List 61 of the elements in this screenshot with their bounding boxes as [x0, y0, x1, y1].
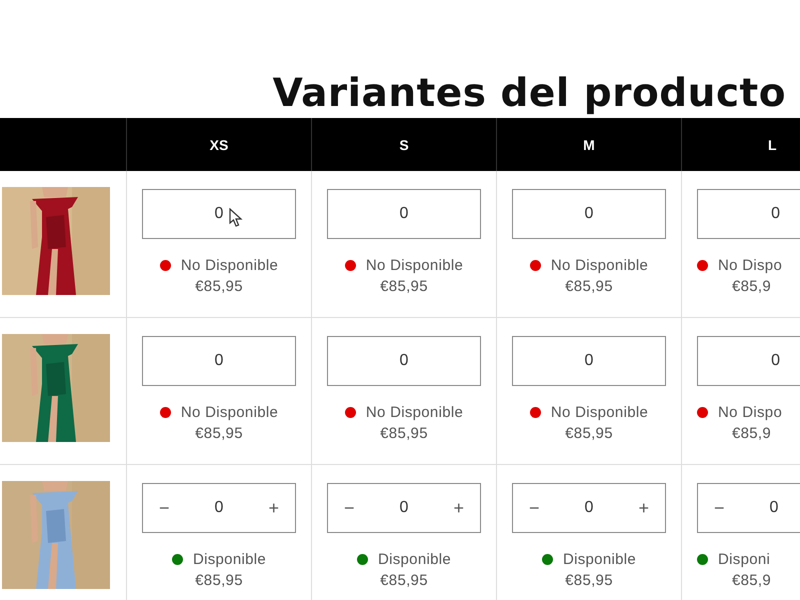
- decrement-button[interactable]: −: [340, 498, 359, 518]
- availability-status: No Disponible: [366, 404, 464, 421]
- availability-status: No Dispo: [718, 257, 782, 274]
- cursor-icon: [229, 208, 243, 228]
- availability-status: No Disponible: [550, 257, 648, 274]
- price: €85,95: [380, 278, 428, 295]
- availability-status: Disponi: [718, 551, 770, 568]
- availability-status: No Disponible: [550, 404, 648, 421]
- price: €85,95: [195, 278, 243, 295]
- size-heading: L: [681, 118, 799, 171]
- quantity-field[interactable]: 0: [512, 189, 666, 239]
- size-heading: XS: [126, 118, 311, 171]
- price: €85,9: [731, 572, 772, 589]
- size-heading: M: [496, 118, 681, 171]
- quantity-field[interactable]: 0: [327, 336, 481, 386]
- size-heading: S: [311, 118, 496, 171]
- price: €85,95: [565, 278, 613, 295]
- quantity-field[interactable]: − 0: [697, 483, 800, 533]
- availability-status: Disponible: [192, 551, 266, 568]
- quantity-field[interactable]: 0: [142, 189, 296, 239]
- quantity-value: 0: [771, 352, 780, 370]
- page-title: Variantes del producto: [272, 70, 787, 118]
- availability-status: Disponible: [378, 551, 452, 568]
- increment-button[interactable]: +: [634, 498, 653, 518]
- availability-status: No Disponible: [180, 257, 278, 274]
- quantity-value: 0: [214, 205, 224, 223]
- decrement-button[interactable]: −: [710, 498, 729, 518]
- price: €85,95: [195, 572, 243, 589]
- availability-status: No Disponible: [366, 257, 464, 274]
- quantity-value: 0: [400, 352, 408, 370]
- price: €85,95: [380, 425, 428, 442]
- quantity-field[interactable]: 0: [142, 336, 296, 386]
- quantity-value: 0: [400, 499, 408, 517]
- quantity-value: 0: [584, 205, 594, 223]
- quantity-value: 0: [584, 352, 594, 370]
- quantity-field[interactable]: 0: [697, 336, 800, 386]
- quantity-field[interactable]: − 0 +: [512, 483, 666, 533]
- quantity-value: 0: [584, 499, 594, 517]
- quantity-value: 0: [214, 352, 224, 370]
- price: €85,95: [380, 572, 428, 589]
- quantity-field[interactable]: − 0 +: [327, 483, 481, 533]
- price: €85,95: [565, 425, 613, 442]
- quantity-value: 0: [771, 205, 780, 223]
- quantity-value: 0: [214, 499, 224, 517]
- quantity-value: 0: [770, 499, 778, 517]
- price: €85,95: [565, 572, 613, 589]
- price: €85,9: [731, 425, 772, 442]
- price: €85,9: [731, 278, 772, 295]
- decrement-button[interactable]: −: [155, 498, 174, 518]
- availability-status: Disponible: [562, 551, 636, 568]
- increment-button[interactable]: +: [449, 498, 468, 518]
- quantity-field[interactable]: 0: [512, 336, 666, 386]
- availability-status: No Disponible: [180, 404, 278, 421]
- quantity-field[interactable]: 0: [697, 189, 800, 239]
- quantity-field[interactable]: 0: [327, 189, 481, 239]
- increment-button[interactable]: +: [264, 498, 283, 518]
- decrement-button[interactable]: −: [525, 498, 544, 518]
- availability-status: No Dispo: [718, 404, 782, 421]
- quantity-value: 0: [400, 205, 408, 223]
- quantity-field[interactable]: − 0 +: [142, 483, 296, 533]
- price: €85,95: [195, 425, 243, 442]
